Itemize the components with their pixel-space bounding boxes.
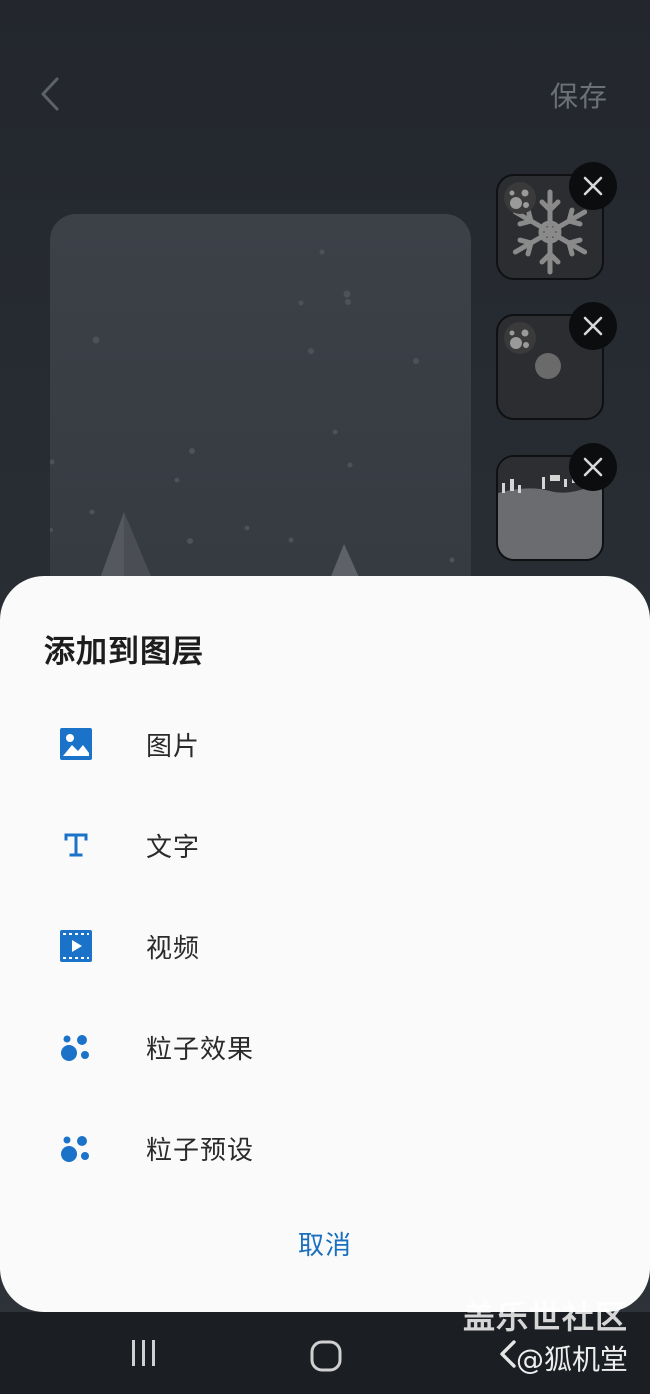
close-icon: [583, 176, 603, 196]
watermark-text: 盖乐世社区: [463, 1298, 629, 1336]
menu-item-image[interactable]: 图片: [0, 692, 650, 792]
menu-item-label: 文字: [146, 833, 201, 863]
menu-item-label: 图片: [146, 732, 201, 762]
chevron-left-icon: [41, 77, 59, 111]
back-button[interactable]: [28, 70, 72, 118]
cancel-button[interactable]: 取消: [0, 1216, 650, 1276]
particle-preset-icon: [56, 1128, 96, 1168]
image-icon: [56, 724, 96, 764]
close-icon: [583, 457, 603, 477]
remove-layer-button[interactable]: [569, 302, 617, 350]
sheet-title: 添加到图层: [44, 634, 204, 670]
menu-item-text[interactable]: 文字: [0, 793, 650, 893]
particle-effect-icon: [56, 1027, 96, 1067]
editor-toolbar: 保存: [0, 0, 650, 190]
recent-apps-icon[interactable]: [126, 1338, 162, 1368]
save-button[interactable]: 保存: [550, 75, 608, 115]
home-icon[interactable]: [308, 1338, 344, 1374]
wallpaper-canvas[interactable]: [50, 214, 471, 634]
add-to-layer-sheet: 添加到图层 图片 文字 视频 粒子效果 粒子预设 取消: [0, 576, 650, 1312]
menu-item-label: 粒子预设: [146, 1136, 255, 1166]
canvas-preview-art: [50, 249, 455, 592]
video-icon: [56, 926, 96, 966]
text-icon: [56, 825, 96, 865]
menu-item-label: 粒子效果: [146, 1035, 255, 1065]
menu-item-particle-preset[interactable]: 粒子预设: [0, 1096, 650, 1196]
menu-item-particle-effect[interactable]: 粒子效果: [0, 995, 650, 1095]
watermark-author: @狐机堂: [516, 1343, 629, 1376]
remove-layer-button[interactable]: [569, 443, 617, 491]
remove-layer-button[interactable]: [569, 162, 617, 210]
menu-item-video[interactable]: 视频: [0, 894, 650, 994]
menu-item-label: 视频: [146, 934, 201, 964]
close-icon: [583, 316, 603, 336]
